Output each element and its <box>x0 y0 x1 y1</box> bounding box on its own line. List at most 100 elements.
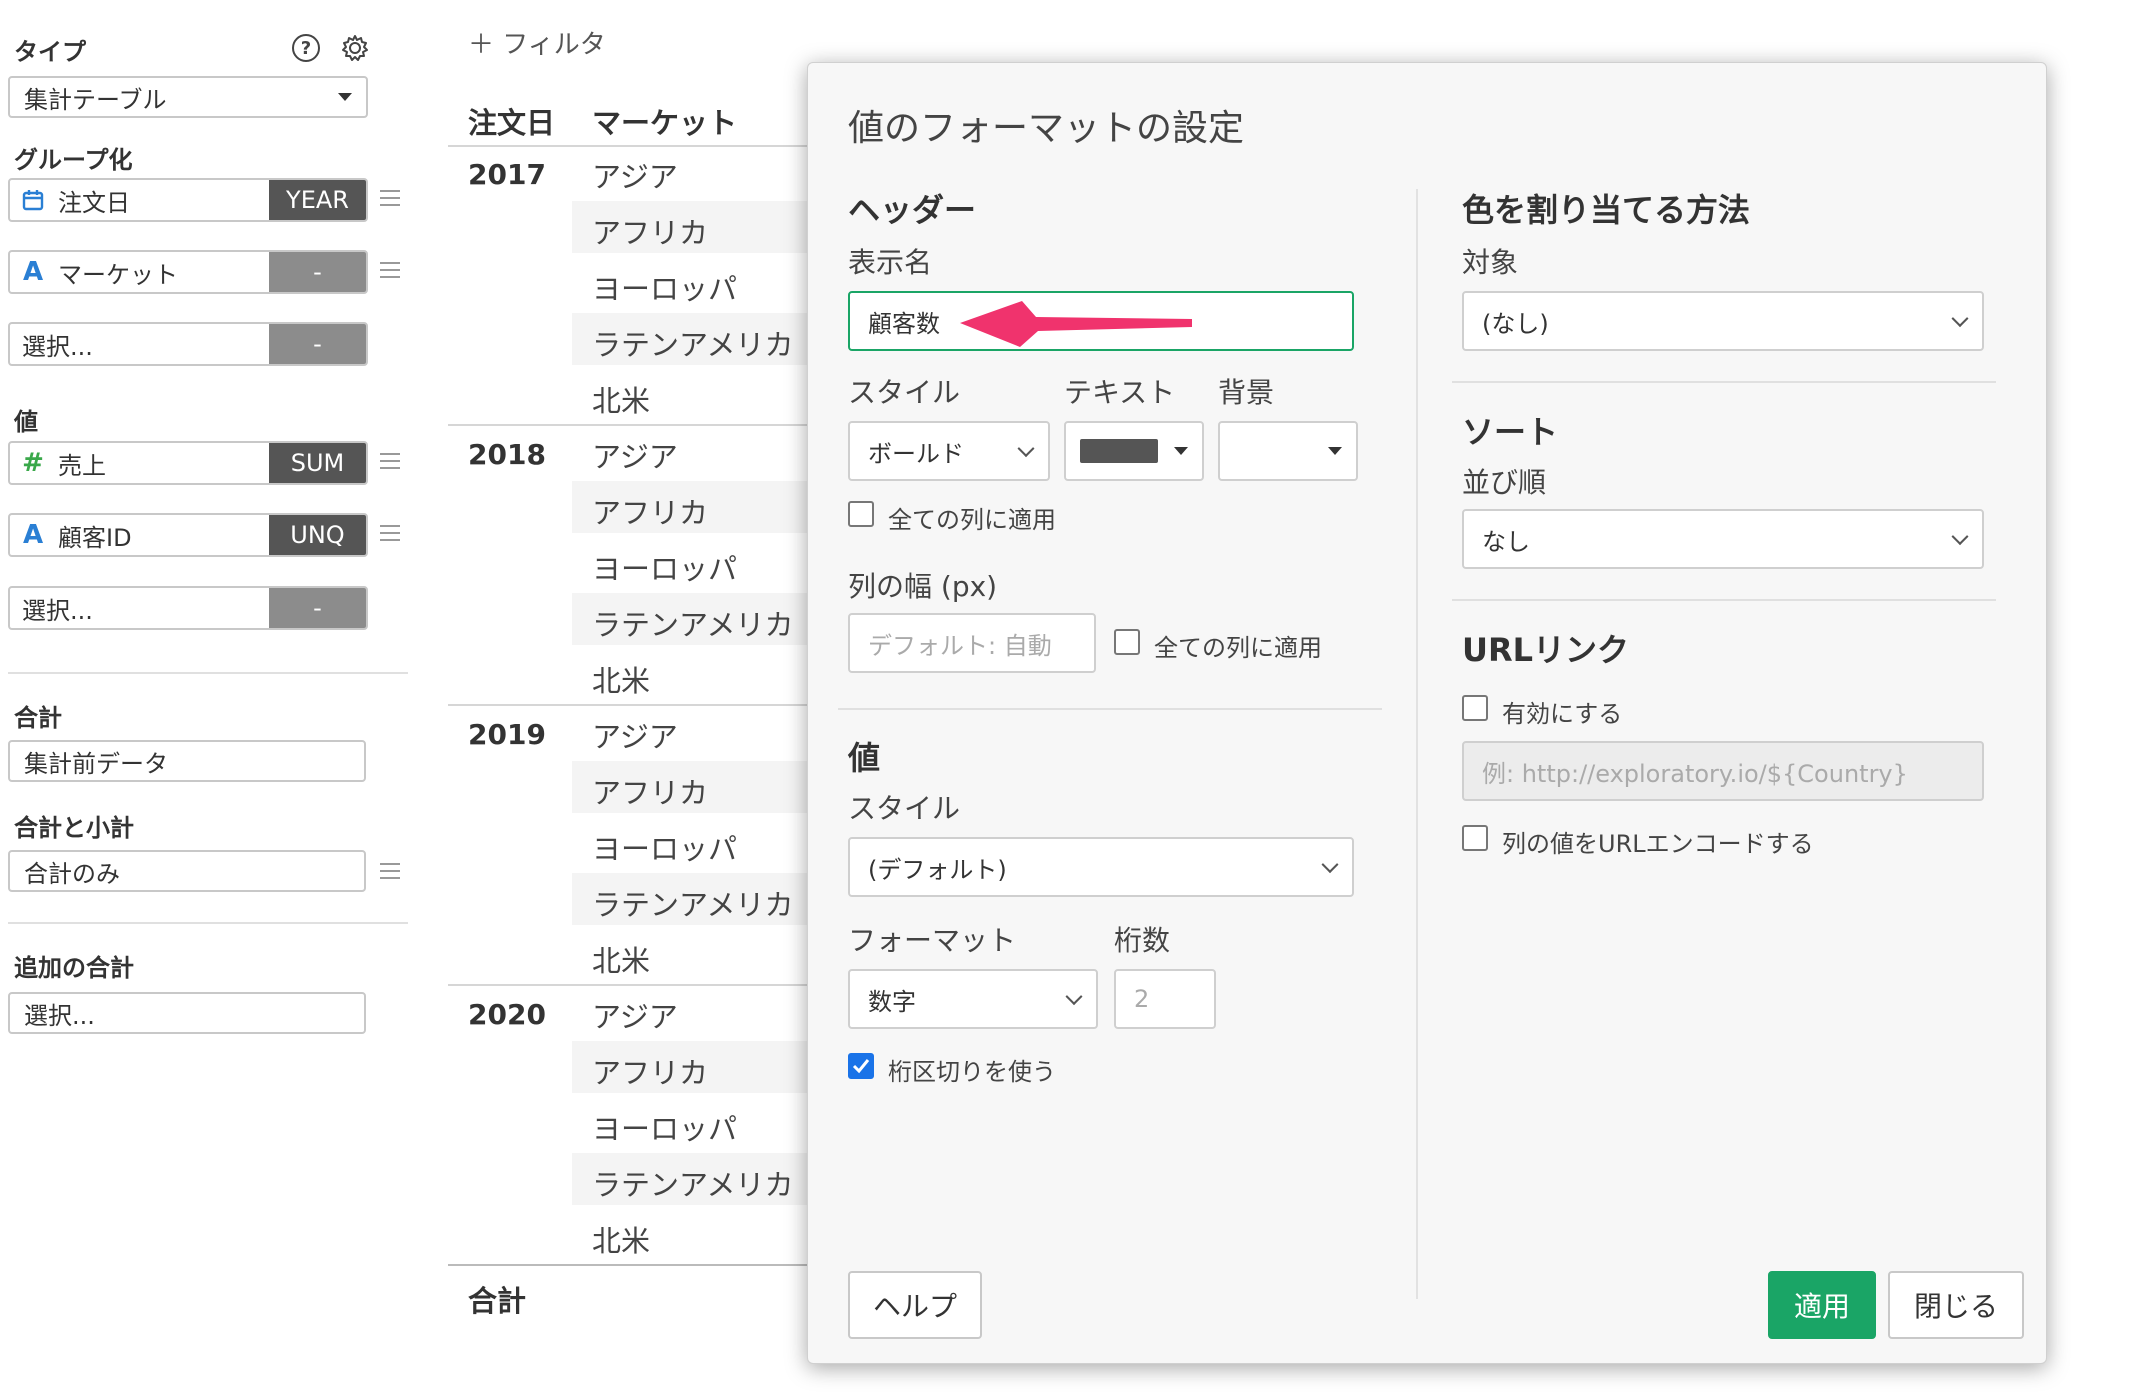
market-cell: 北米 <box>592 384 651 418</box>
header-divider <box>448 145 808 147</box>
chevron-down-icon <box>1951 310 1969 328</box>
drag-handle-icon[interactable] <box>380 190 400 206</box>
group-label: グループ化 <box>14 146 133 174</box>
header-style-value: ボールド <box>868 439 964 468</box>
target-label: 対象 <box>1462 246 1519 279</box>
type-select[interactable]: 集計テーブル <box>8 76 368 118</box>
apply-all-columns-label: 全ての列に適用 <box>888 506 1056 534</box>
format-label: フォーマット <box>848 924 1017 957</box>
drag-handle-icon[interactable] <box>380 262 400 278</box>
total-divider <box>448 1264 808 1266</box>
value-agg-button[interactable]: UNQ <box>269 515 366 555</box>
group-divider <box>448 424 808 426</box>
group-agg-button[interactable]: - <box>269 252 366 292</box>
display-name-value: 顧客数 <box>868 309 940 338</box>
digits-input[interactable]: 2 <box>1114 969 1216 1029</box>
value-style-value: (デフォルト) <box>868 855 1007 884</box>
drag-handle-icon[interactable] <box>380 863 400 879</box>
apply-all-width-checkbox[interactable] <box>1114 629 1140 655</box>
format-select[interactable]: 数字 <box>848 969 1098 1029</box>
check-icon <box>852 1059 870 1074</box>
value-item-select[interactable]: 選択... - <box>8 586 368 630</box>
format-value: 数字 <box>868 987 916 1016</box>
help-button[interactable]: ヘルプ <box>848 1271 982 1339</box>
target-value: (なし) <box>1482 309 1549 338</box>
column-header-order-date[interactable]: 注文日 <box>468 100 555 142</box>
url-template-input[interactable]: 例: http://exploratory.io/${Country} <box>1462 741 1984 801</box>
drag-handle-icon[interactable] <box>380 453 400 469</box>
column-header-market[interactable]: マーケット <box>592 100 737 142</box>
year-cell: 2020 <box>468 998 546 1031</box>
header-section-title: ヘッダー <box>848 191 977 229</box>
text-color-picker[interactable] <box>1064 421 1204 481</box>
value-section-title: 値 <box>848 739 881 777</box>
help-circle-icon[interactable]: ? <box>292 34 320 62</box>
year-cell: 2017 <box>468 158 546 191</box>
url-encode-checkbox[interactable] <box>1462 825 1488 851</box>
section-divider <box>1452 599 1996 601</box>
value-agg-button[interactable]: SUM <box>269 443 366 483</box>
subtotal-select[interactable]: 合計のみ <box>8 850 366 892</box>
value-agg-button[interactable]: - <box>269 588 366 628</box>
text-type-icon: A <box>22 257 44 287</box>
market-cell: アフリカ <box>592 496 709 530</box>
column-divider <box>1416 189 1418 1299</box>
order-label: 並び順 <box>1462 466 1547 499</box>
grand-total-label: 合計 <box>468 1284 527 1318</box>
color-section-title: 色を割り当てる方法 <box>1462 191 1751 229</box>
section-divider <box>1452 381 1996 383</box>
digits-label: 桁数 <box>1114 924 1171 957</box>
caret-down-icon <box>1174 447 1188 455</box>
chevron-down-icon <box>338 93 352 101</box>
calendar-icon <box>22 190 44 211</box>
group-agg-button[interactable]: - <box>269 324 366 364</box>
style-label: スタイル <box>848 376 961 409</box>
sort-section-title: ソート <box>1462 413 1559 451</box>
apply-button[interactable]: 適用 <box>1768 1271 1876 1339</box>
annotation-arrow-icon <box>960 301 1192 347</box>
thousand-separator-checkbox[interactable] <box>848 1053 874 1079</box>
gear-icon[interactable] <box>340 33 370 63</box>
year-cell: 2019 <box>468 718 546 751</box>
drag-handle-icon[interactable] <box>380 525 400 541</box>
subtotal-label: 合計と小計 <box>14 814 134 842</box>
total-label: 合計 <box>14 704 62 732</box>
type-label: タイプ <box>14 38 86 66</box>
chevron-down-icon <box>1951 528 1969 546</box>
extra-total-label: 追加の合計 <box>14 954 134 982</box>
order-select[interactable]: なし <box>1462 509 1984 569</box>
column-width-placeholder: デフォルト: 自動 <box>868 631 1052 660</box>
group-divider <box>448 704 808 706</box>
market-cell: ヨーロッパ <box>592 1112 738 1146</box>
apply-all-columns-checkbox[interactable] <box>848 501 874 527</box>
market-cell: ヨーロッパ <box>592 832 738 866</box>
column-width-label: 列の幅 (px) <box>848 570 998 603</box>
add-filter-button[interactable]: ＋ フィルタ <box>468 24 606 61</box>
value-item-sales[interactable]: # 売上 SUM <box>8 441 368 485</box>
extra-total-select[interactable]: 選択... <box>8 992 366 1034</box>
group-item-select[interactable]: 選択... - <box>8 322 368 366</box>
bg-color-picker[interactable] <box>1218 421 1358 481</box>
group-item-order-date[interactable]: 注文日 YEAR <box>8 178 368 222</box>
year-cell: 2018 <box>468 438 546 471</box>
market-cell: ラテンアメリカ <box>592 1168 794 1202</box>
url-template-placeholder: 例: http://exploratory.io/${Country} <box>1482 759 1908 788</box>
divider <box>8 922 408 924</box>
thousand-separator-label: 桁区切りを使う <box>888 1058 1056 1086</box>
value-style-select[interactable]: (デフォルト) <box>848 837 1354 897</box>
total-select[interactable]: 集計前データ <box>8 740 366 782</box>
market-cell: アジア <box>592 1000 678 1034</box>
column-width-input[interactable]: デフォルト: 自動 <box>848 613 1096 673</box>
values-label: 値 <box>14 408 38 436</box>
apply-all-width-label: 全ての列に適用 <box>1154 634 1322 662</box>
header-style-select[interactable]: ボールド <box>848 421 1050 481</box>
close-button[interactable]: 閉じる <box>1888 1271 2024 1339</box>
group-item-market[interactable]: A マーケット - <box>8 250 368 294</box>
group-divider <box>448 984 808 986</box>
target-select[interactable]: (なし) <box>1462 291 1984 351</box>
text-color-swatch <box>1080 439 1158 463</box>
group-agg-button[interactable]: YEAR <box>269 180 366 220</box>
value-item-customer-id[interactable]: A 顧客ID UNQ <box>8 513 368 557</box>
enable-url-checkbox[interactable] <box>1462 695 1488 721</box>
section-divider <box>838 708 1382 710</box>
